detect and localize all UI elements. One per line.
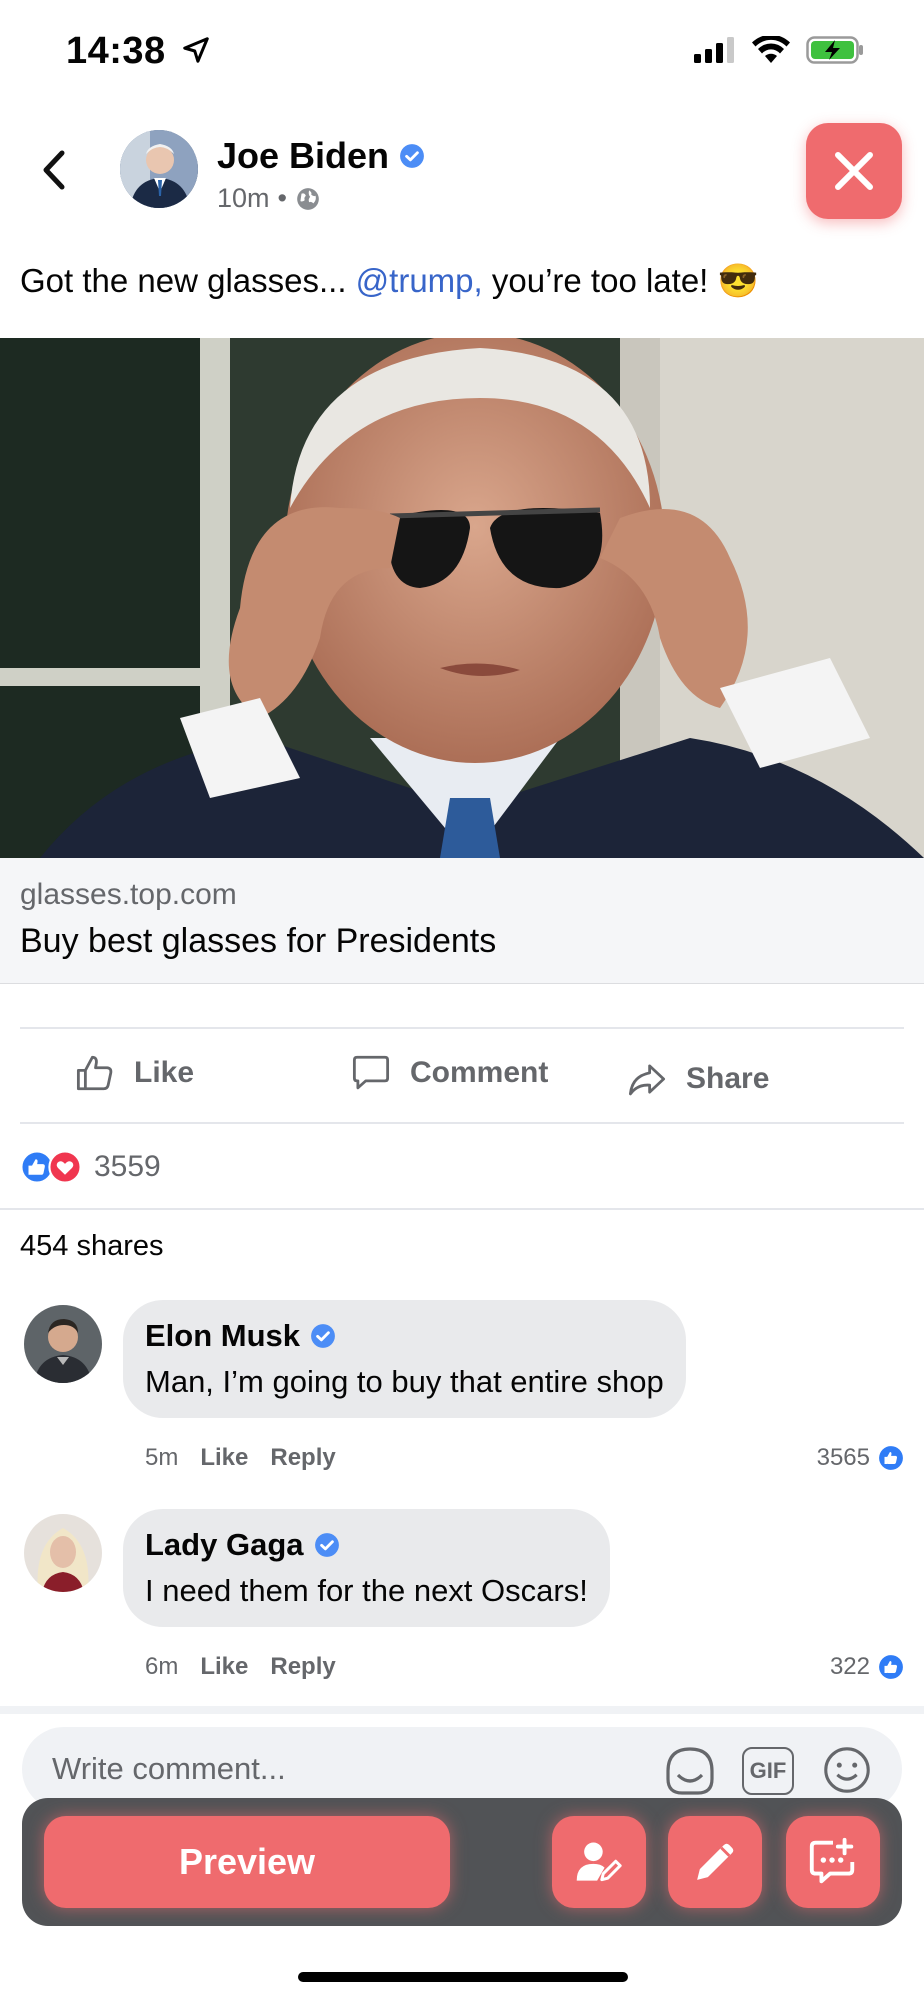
verified-badge-icon (400, 144, 424, 168)
link-title[interactable]: Buy best glasses for Presidents (20, 922, 496, 961)
shares-count[interactable]: 454 shares (20, 1230, 164, 1263)
like-label: Like (134, 1056, 195, 1089)
commenter-avatar-image (24, 1514, 102, 1592)
close-icon (835, 152, 873, 190)
clock-text: 14:38 (66, 30, 166, 72)
gif-label: GIF (749, 1758, 787, 1783)
post-meta: 10m • (217, 183, 321, 214)
comment-like-count[interactable]: 322 (830, 1653, 904, 1681)
author-avatar[interactable] (120, 130, 198, 208)
commenter-avatar-image (24, 1305, 102, 1383)
comment-likes-text: 3565 (816, 1444, 870, 1471)
link-preview[interactable] (0, 858, 924, 984)
commenter-avatar[interactable] (24, 1305, 102, 1383)
post-text-end: you’re too late! 😎 (482, 262, 759, 299)
commenter-name-text: Lady Gaga (145, 1527, 304, 1562)
comment-text: Man, I’m going to buy that entire shop (145, 1364, 664, 1399)
comment-text: I need them for the next Oscars! (145, 1573, 588, 1608)
back-button[interactable] (34, 145, 74, 195)
commenter-avatar[interactable] (24, 1514, 102, 1592)
pencil-icon (697, 1843, 734, 1880)
verified-badge-icon (314, 1533, 339, 1557)
verified-badge-icon (311, 1324, 335, 1348)
location-arrow-icon (183, 37, 209, 63)
commenter-name[interactable]: Elon Musk (145, 1318, 664, 1354)
post-photo[interactable] (0, 338, 924, 858)
preview-label: Preview (178, 1841, 316, 1882)
comment-actions: 5m Like Reply (145, 1444, 336, 1472)
edit-post-button[interactable] (668, 1816, 762, 1908)
gif-button[interactable]: GIF (742, 1747, 794, 1795)
reactions-count: 3559 (94, 1150, 161, 1183)
status-indicators (694, 36, 864, 64)
comment-bubble[interactable]: Lady Gaga I need them for the next Oscar… (123, 1509, 610, 1627)
battery-charging-icon (806, 36, 863, 64)
share-arrow-icon (628, 1064, 666, 1096)
comment-reply-button[interactable]: Reply (270, 1653, 335, 1681)
link-domain: glasses.top.com (20, 878, 237, 911)
edit-profile-button[interactable] (552, 1816, 646, 1908)
love-reaction-icon (48, 1150, 82, 1184)
chevron-left-icon (43, 150, 65, 190)
author-name[interactable]: Joe Biden (217, 135, 425, 177)
comment-icon (352, 1055, 390, 1090)
like-reaction-icon (879, 1446, 903, 1470)
user-edit-icon (576, 1842, 622, 1882)
author-avatar-image (120, 130, 198, 208)
comment-input-placeholder: Write comment... (52, 1751, 286, 1786)
add-comment-button[interactable] (786, 1816, 880, 1908)
comment-likes-text: 322 (829, 1653, 870, 1680)
comment-time: 6m (145, 1653, 179, 1680)
wifi-icon (752, 36, 790, 63)
like-reaction-icon (879, 1655, 903, 1679)
reactions-summary[interactable]: 3559 (20, 1150, 161, 1184)
divider (0, 1208, 924, 1210)
comment-like-button[interactable]: Like (200, 1444, 248, 1472)
globe-icon (297, 187, 319, 210)
like-button[interactable]: Like (74, 1052, 194, 1094)
share-label: Share (686, 1062, 770, 1095)
author-name-text: Joe Biden (217, 135, 390, 176)
mention-link[interactable]: @trump, (356, 262, 483, 299)
post-photo-image (0, 338, 924, 858)
add-comment-icon (809, 1837, 855, 1884)
cellular-signal-icon (694, 37, 734, 63)
comment-reply-button[interactable]: Reply (270, 1444, 335, 1472)
close-button[interactable] (806, 123, 902, 219)
comment-actions: 6m Like Reply (145, 1653, 336, 1681)
share-button[interactable]: Share (626, 1058, 769, 1100)
preview-button[interactable]: Preview (44, 1816, 450, 1908)
divider (20, 1122, 904, 1124)
post-time: 10m (217, 183, 270, 213)
comment-like-button[interactable]: Like (200, 1653, 248, 1681)
post-text: Got the new glasses... @trump, you’re to… (20, 262, 759, 301)
comment-time: 5m (145, 1444, 179, 1471)
comment-button[interactable]: Comment (350, 1052, 548, 1094)
section-separator (0, 1706, 924, 1714)
home-indicator[interactable] (298, 1972, 628, 1982)
comment-like-count[interactable]: 3565 (817, 1444, 904, 1472)
meta-separator: • (277, 183, 287, 213)
divider (20, 1027, 904, 1029)
emoji-icon[interactable] (820, 1743, 874, 1797)
commenter-name[interactable]: Lady Gaga (145, 1527, 588, 1563)
post-text-start: Got the new glasses... (20, 262, 356, 299)
thumbs-up-icon (76, 1055, 113, 1091)
commenter-name-text: Elon Musk (145, 1318, 301, 1353)
sticker-icon[interactable] (662, 1743, 718, 1799)
comment-label: Comment (410, 1056, 549, 1089)
comment-bubble[interactable]: Elon Musk Man, I’m going to buy that ent… (123, 1300, 686, 1418)
status-time: 14:38 (66, 30, 211, 73)
